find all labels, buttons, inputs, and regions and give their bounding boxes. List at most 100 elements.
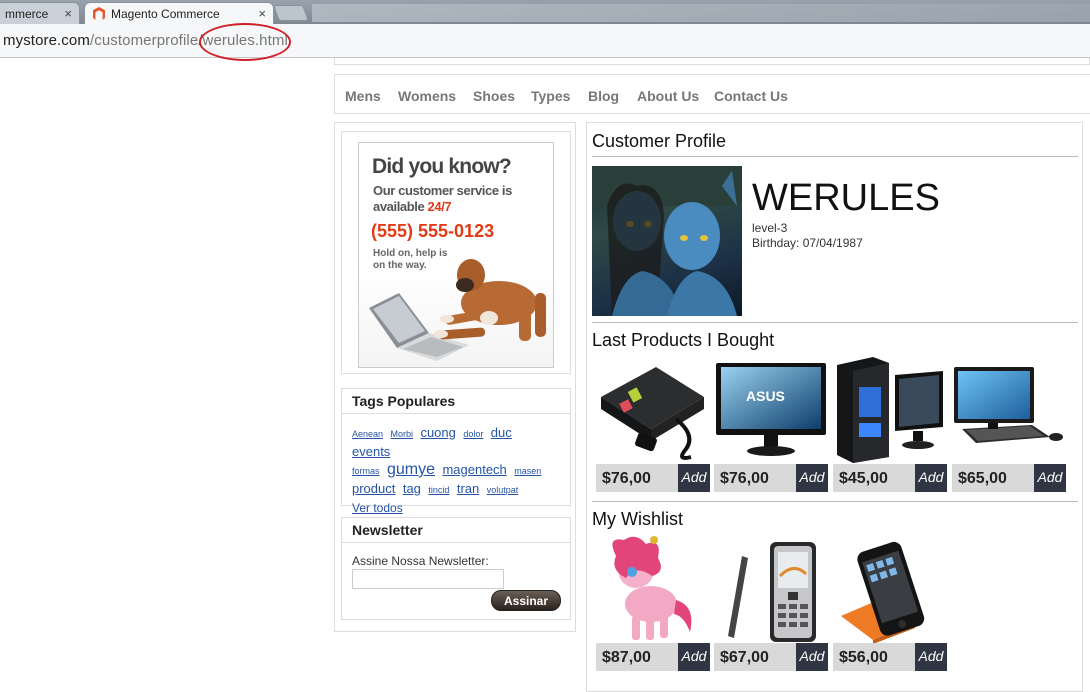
divider — [592, 501, 1078, 502]
tag-cloud: Aenean Morbi cuong dolor duc events form… — [342, 414, 570, 527]
product-price: $56,00 — [839, 649, 888, 666]
price-bar: $45,00 Add — [833, 464, 947, 492]
product-image[interactable] — [714, 536, 828, 643]
product-card[interactable]: ASUS $76,00 Add — [714, 357, 828, 492]
divider — [592, 322, 1078, 323]
product-card[interactable]: $65,00 Add — [952, 357, 1066, 492]
avatar — [592, 166, 742, 316]
nokia-phone-icon — [728, 542, 816, 642]
add-to-cart-button[interactable]: Add — [678, 643, 710, 671]
product-image[interactable] — [596, 357, 710, 464]
product-image[interactable] — [833, 536, 947, 644]
tag-link[interactable]: tag — [403, 481, 421, 496]
laptop-dog-illustration — [369, 259, 546, 361]
product-price: $67,00 — [720, 649, 769, 666]
desktop-pc-icon — [837, 357, 943, 463]
nav-item-womens[interactable]: Womens — [398, 88, 456, 104]
user-birthday: Birthday: 07/04/1987 — [752, 236, 863, 250]
browser-tab-bar: mmerce × Magento Commerce × — [0, 0, 1090, 24]
annotation-circle — [199, 23, 291, 61]
user-level: level-3 — [752, 221, 788, 235]
product-image[interactable]: ASUS — [714, 357, 828, 464]
tags-title: Tags Populares — [342, 389, 570, 414]
add-to-cart-button[interactable]: Add — [915, 643, 947, 671]
left-sidebar: Did you know? Our customer service is av… — [334, 122, 576, 632]
price-bar: $67,00 Add — [714, 643, 828, 671]
product-price: $76,00 — [720, 470, 769, 487]
product-image[interactable] — [596, 536, 710, 643]
magento-logo-icon — [93, 7, 105, 20]
tag-link[interactable]: duc — [491, 425, 512, 440]
tag-link[interactable]: formas — [352, 466, 380, 476]
avatar-image — [592, 166, 742, 316]
subscribe-button[interactable]: Assinar — [491, 590, 561, 611]
wishlist-card[interactable]: $87,00 Add — [596, 536, 710, 671]
newsletter-label: Assine Nossa Newsletter: — [352, 554, 489, 568]
username: WERULES — [752, 177, 940, 219]
user-info: level-3 Birthday: 07/04/1987 — [752, 221, 863, 251]
main-nav: Mens Womens Shoes Types Blog About Us Co… — [334, 74, 1090, 114]
power-strip-icon — [601, 367, 704, 460]
wishlist-card[interactable]: $56,00 Add — [833, 536, 947, 671]
browser-tab[interactable]: mmerce × — [0, 2, 80, 24]
price-bar: $76,00 Add — [596, 464, 710, 492]
tag-link[interactable]: tran — [457, 481, 479, 496]
close-tab-icon[interactable]: × — [64, 6, 72, 21]
iphone-icon — [841, 541, 925, 644]
product-price: $45,00 — [839, 470, 888, 487]
nav-item-shoes[interactable]: Shoes — [473, 88, 515, 104]
tag-link[interactable]: dolor — [463, 429, 483, 439]
price-bar: $87,00 Add — [596, 643, 710, 671]
price-bar: $76,00 Add — [714, 464, 828, 492]
tab-title: mmerce — [5, 7, 49, 21]
profile-title: Customer Profile — [592, 131, 727, 151]
ad-block: Did you know? Our customer service is av… — [341, 131, 571, 374]
wishlist-card[interactable]: $67,00 Add — [714, 536, 828, 671]
product-image[interactable] — [833, 357, 947, 464]
add-to-cart-button[interactable]: Add — [1034, 464, 1066, 492]
browser-tab-active[interactable]: Magento Commerce × — [84, 2, 274, 24]
svg-text:ASUS: ASUS — [746, 388, 785, 404]
product-price: $65,00 — [958, 470, 1007, 487]
tags-block: Tags Populares Aenean Morbi cuong dolor … — [341, 388, 571, 515]
monitor-icon: ASUS — [716, 363, 826, 456]
pony-toy-icon — [612, 536, 692, 640]
see-all-tags-link[interactable]: Ver todos — [352, 501, 403, 515]
tag-link[interactable]: Morbi — [390, 429, 413, 439]
price-bar: $56,00 Add — [833, 643, 947, 671]
product-card[interactable]: $45,00 Add — [833, 357, 947, 492]
nav-item-types[interactable]: Types — [531, 88, 570, 104]
product-price: $76,00 — [602, 470, 651, 487]
tag-link[interactable]: events — [352, 444, 390, 459]
product-image[interactable] — [952, 357, 1066, 464]
nav-item-mens[interactable]: Mens — [345, 88, 381, 104]
tag-link[interactable]: magentech — [442, 462, 506, 477]
tag-link[interactable]: Aenean — [352, 429, 383, 439]
address-bar[interactable]: mystore.com/customerprofile/werules.html — [0, 24, 1090, 58]
add-to-cart-button[interactable]: Add — [796, 643, 828, 671]
tag-link[interactable]: tincid — [428, 485, 449, 495]
tab-title: Magento Commerce — [111, 7, 220, 21]
customer-service-banner[interactable]: Did you know? Our customer service is av… — [358, 142, 554, 368]
newsletter-title: Newsletter — [342, 518, 570, 543]
newsletter-email-input[interactable] — [352, 569, 504, 589]
all-in-one-pc-icon — [954, 367, 1063, 443]
add-to-cart-button[interactable]: Add — [678, 464, 710, 492]
tag-link[interactable]: volutpat — [487, 485, 519, 495]
nav-item-contact-us[interactable]: Contact Us — [714, 88, 788, 104]
product-card[interactable]: $76,00 Add — [596, 357, 710, 492]
add-to-cart-button[interactable]: Add — [796, 464, 828, 492]
close-tab-icon[interactable]: × — [258, 6, 266, 21]
nav-item-about-us[interactable]: About Us — [637, 88, 699, 104]
bought-title: Last Products I Bought — [592, 330, 775, 350]
price-bar: $65,00 Add — [952, 464, 1066, 492]
add-to-cart-button[interactable]: Add — [915, 464, 947, 492]
new-tab-button[interactable] — [273, 5, 309, 21]
nav-item-blog[interactable]: Blog — [588, 88, 619, 104]
tag-link[interactable]: product — [352, 481, 395, 496]
tag-link[interactable]: gumye — [387, 461, 435, 478]
newsletter-block: Newsletter Assine Nossa Newsletter: Assi… — [341, 517, 571, 620]
product-price: $87,00 — [602, 649, 651, 666]
tag-link[interactable]: masen — [514, 466, 541, 476]
tag-link[interactable]: cuong — [420, 425, 455, 440]
